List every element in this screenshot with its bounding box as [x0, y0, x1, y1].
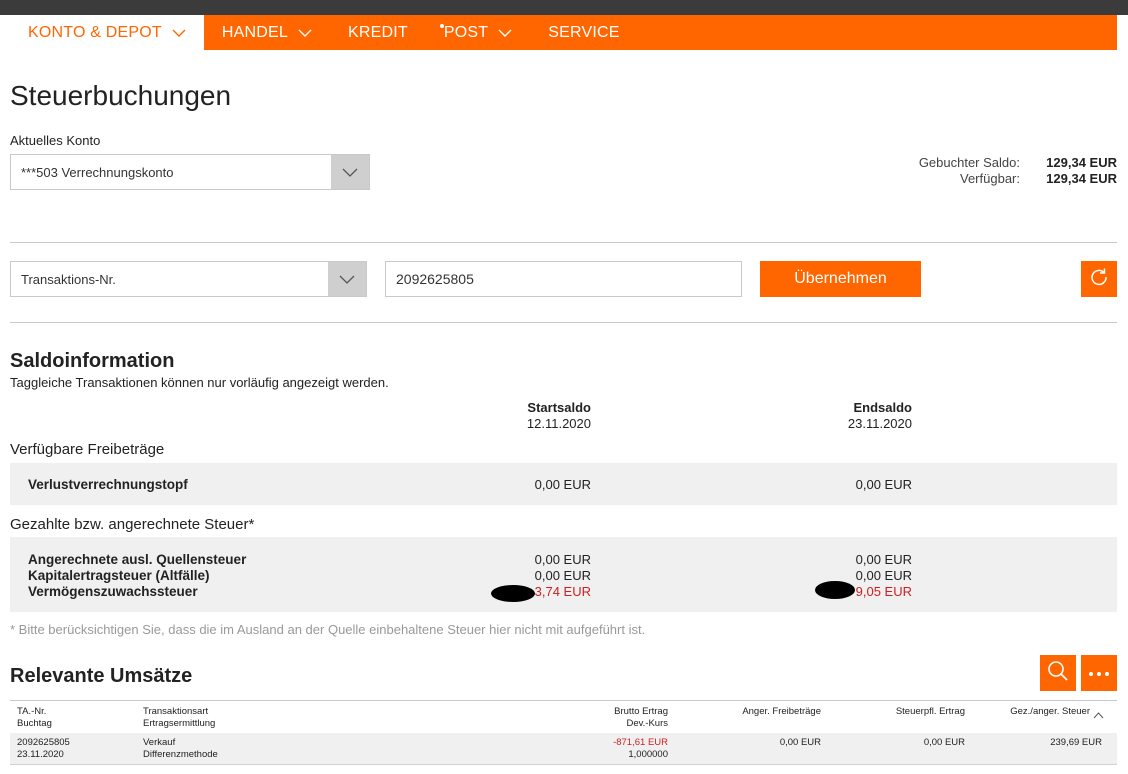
- row-buchtag-value: 23.11.2020: [17, 749, 64, 760]
- main-navigation: KONTO & DEPOT HANDEL KREDIT POST SERVICE: [10, 15, 1117, 50]
- kapitalertragsteuer-start: 0,00 EUR: [534, 568, 591, 583]
- search-button[interactable]: [1040, 655, 1076, 691]
- redaction-mark: [815, 581, 855, 599]
- chevron-down-icon: [498, 29, 512, 37]
- header-transaktionsart[interactable]: Transaktionsart Ertragsermittlung: [143, 706, 215, 730]
- relevante-umsaetze-heading: Relevante Umsätze: [10, 665, 193, 687]
- notification-dot-icon: [439, 24, 444, 28]
- header-steuerpfl[interactable]: Steuerpfl. Ertrag: [845, 706, 965, 718]
- filter-type-select[interactable]: Transaktions-Nr.: [10, 261, 367, 297]
- apply-button[interactable]: Übernehmen: [760, 261, 921, 297]
- startsaldo-date: 12.11.2020: [526, 416, 591, 431]
- freibetraege-section-label: Verfügbare Freibeträge: [10, 441, 165, 458]
- header-freibetraege[interactable]: Anger. Freibeträge: [701, 706, 821, 718]
- nav-kredit[interactable]: KREDIT: [330, 15, 426, 50]
- quellensteuer-label: Angerechnete ausl. Quellensteuer: [28, 552, 247, 567]
- steuer-section-label: Gezahlte bzw. angerechnete Steuer*: [10, 516, 255, 533]
- verlust-start-value: 0,00 EUR: [534, 477, 591, 492]
- chevron-down-icon[interactable]: [328, 262, 366, 296]
- divider: [10, 242, 1117, 243]
- browser-top-strip: [0, 0, 1128, 15]
- saldoinformation-heading: Saldoinformation: [10, 350, 175, 372]
- page-title: Steuerbuchungen: [10, 80, 232, 111]
- gebuchter-saldo-label: Gebuchter Saldo:: [918, 155, 1020, 170]
- header-brutto-label: Brutto Ertrag: [614, 706, 668, 717]
- header-ta-nr[interactable]: TA.-Nr. Buchtag: [17, 706, 52, 730]
- nav-post-label: POST: [443, 23, 489, 41]
- refresh-icon: [1089, 267, 1109, 292]
- verfuegbar-label: Verfügbar:: [960, 171, 1020, 186]
- table-header: TA.-Nr. Buchtag Transaktionsart Ertragse…: [10, 700, 1117, 733]
- kapitalertragsteuer-label: Kapitalertragsteuer (Altfälle): [28, 568, 210, 583]
- endsaldo-header: Endsaldo 23.11.2020: [762, 400, 912, 432]
- saldoinformation-subtitle: Taggleiche Transaktionen können nur vorl…: [10, 375, 389, 390]
- nav-service-label: SERVICE: [548, 23, 620, 41]
- footnote: * Bitte berücksichtigen Sie, dass die im…: [10, 622, 646, 637]
- verlust-end-value: 0,00 EUR: [855, 477, 912, 492]
- vermoegenszuwachssteuer-label: Vermögenszuwachssteuer: [28, 584, 198, 599]
- table-row[interactable]: 2092625805 23.11.2020 Verkauf Differenzm…: [10, 733, 1117, 765]
- konto-select-value: ***503 Verrechnungskonto: [21, 164, 174, 180]
- header-gez-steuer[interactable]: Gez./anger. Steuer: [975, 706, 1090, 718]
- verfuegbar-value: 129,34 EUR: [1046, 171, 1117, 186]
- row-brutto: -871,61 EUR 1,000000: [568, 737, 668, 761]
- nav-service[interactable]: SERVICE: [530, 15, 637, 50]
- quellensteuer-end: 0,00 EUR: [855, 552, 912, 567]
- row-ta-nr-value: 2092625805: [17, 737, 70, 748]
- header-brutto[interactable]: Brutto Ertrag Dev.-Kurs: [568, 706, 668, 730]
- row-freibetraege-value: 0,00 EUR: [779, 737, 821, 748]
- row-gez-value: 239,69 EUR: [1050, 737, 1102, 748]
- startsaldo-header: Startsaldo 12.11.2020: [441, 400, 591, 432]
- chevron-down-icon: [172, 29, 186, 37]
- row-brutto-value: -871,61 EUR: [613, 737, 668, 748]
- more-dots-icon: [1088, 664, 1110, 682]
- verlustverrechnungstopf-label: Verlustverrechnungstopf: [28, 477, 188, 492]
- row-kurs-value: 1,000000: [628, 749, 668, 760]
- endsaldo-date: 23.11.2020: [847, 416, 912, 431]
- startsaldo-label: Startsaldo: [527, 400, 591, 415]
- redaction-mark: [491, 585, 535, 602]
- row-ta-nr: 2092625805 23.11.2020: [17, 737, 70, 761]
- sort-chevron-up-icon[interactable]: [1093, 706, 1104, 724]
- header-ermittlung-label: Ertragsermittlung: [143, 718, 216, 729]
- quellensteuer-start: 0,00 EUR: [534, 552, 591, 567]
- header-art-label: Transaktionsart: [143, 706, 209, 717]
- saldo-summary: Gebuchter Saldo: 129,34 EUR Verfügbar: 1…: [900, 155, 1117, 187]
- filter-type-value: Transaktions-Nr.: [21, 271, 116, 287]
- row-art: Verkauf Differenzmethode: [143, 737, 218, 761]
- divider: [10, 322, 1117, 323]
- row-ermittlung-value: Differenzmethode: [143, 749, 218, 760]
- nav-handel-label: HANDEL: [221, 23, 288, 41]
- header-ta-nr-label: TA.-Nr.: [17, 706, 47, 717]
- nav-kredit-label: KREDIT: [348, 23, 408, 41]
- nav-konto-depot[interactable]: KONTO & DEPOT: [10, 15, 204, 50]
- nav-post[interactable]: POST: [426, 15, 530, 50]
- row-art-value: Verkauf: [143, 737, 176, 748]
- header-buchtag-label: Buchtag: [17, 718, 52, 729]
- transaction-number-input[interactable]: [385, 261, 742, 297]
- chevron-down-icon[interactable]: [331, 155, 369, 189]
- endsaldo-label: Endsaldo: [853, 400, 912, 415]
- refresh-button[interactable]: [1081, 261, 1117, 297]
- nav-handel[interactable]: HANDEL: [204, 15, 330, 50]
- konto-select[interactable]: ***503 Verrechnungskonto: [10, 154, 370, 190]
- more-options-button[interactable]: [1081, 655, 1117, 691]
- chevron-down-icon: [298, 29, 312, 37]
- konto-label: Aktuelles Konto: [10, 133, 101, 148]
- gebuchter-saldo-value: 129,34 EUR: [1046, 155, 1117, 170]
- row-steuerpfl-value: 0,00 EUR: [923, 737, 965, 748]
- nav-konto-depot-label: KONTO & DEPOT: [28, 23, 162, 41]
- search-icon: [1047, 660, 1069, 687]
- header-kurs-label: Dev.-Kurs: [626, 718, 668, 729]
